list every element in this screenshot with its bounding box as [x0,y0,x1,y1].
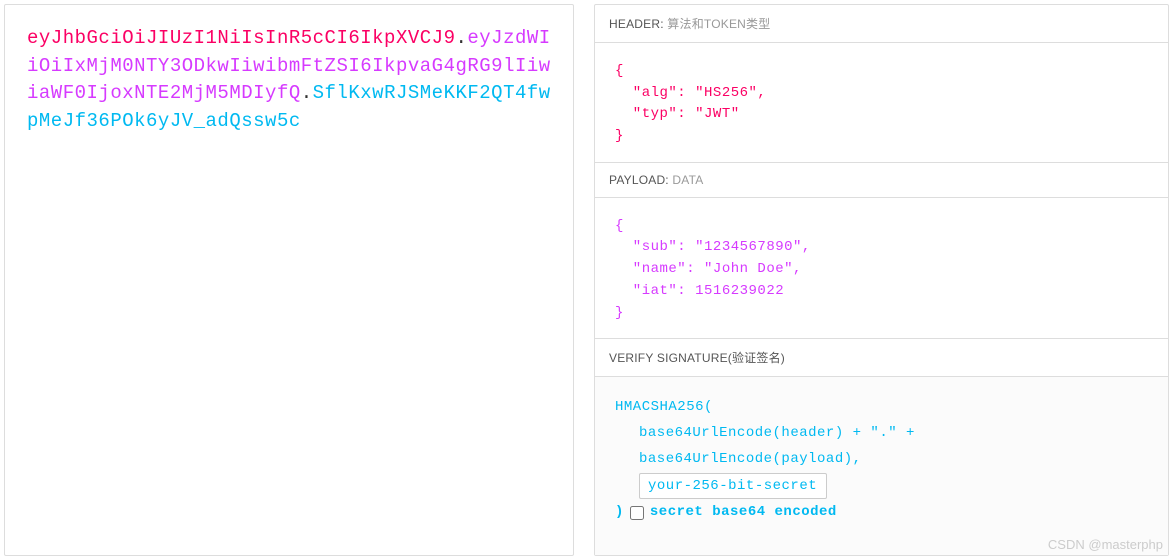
verify-line-4: ) secret base64 encoded [615,500,1148,526]
decoded-panel: HEADER: 算法和TOKEN类型 { "alg": "HS256", "ty… [594,4,1169,556]
payload-section-title: PAYLOAD: DATA [595,163,1168,198]
payload-title-sub: DATA [672,173,703,187]
secret-base64-checkbox[interactable] [630,506,644,520]
encoded-token-panel: eyJhbGciOiJIUzI1NiIsInR5cCI6IkpXVCJ9.eyJ… [4,4,574,556]
verify-section-body: HMACSHA256( base64UrlEncode(header) + ".… [595,377,1168,555]
verify-line-3: base64UrlEncode(payload), [615,447,1148,473]
token-separator: . [301,82,313,104]
payload-json: { "sub": "1234567890", "name": "John Doe… [615,216,1148,324]
verify-title: VERIFY SIGNATURE(验证签名) [609,351,785,365]
verify-line-2: base64UrlEncode(header) + "." + [615,421,1148,447]
header-section-body[interactable]: { "alg": "HS256", "typ": "JWT" } [595,43,1168,163]
payload-section-body[interactable]: { "sub": "1234567890", "name": "John Doe… [595,198,1168,339]
header-json: { "alg": "HS256", "typ": "JWT" } [615,61,1148,148]
verify-section-title: VERIFY SIGNATURE(验证签名) [595,339,1168,377]
secret-input[interactable] [639,473,827,499]
header-title-sub: 算法和TOKEN类型 [667,17,770,31]
token-header-part: eyJhbGciOiJIUzI1NiIsInR5cCI6IkpXVCJ9 [27,27,455,49]
verify-line-1: HMACSHA256( [615,395,1148,421]
encoded-token[interactable]: eyJhbGciOiJIUzI1NiIsInR5cCI6IkpXVCJ9.eyJ… [27,25,551,135]
token-separator: . [455,27,467,49]
header-section-title: HEADER: 算法和TOKEN类型 [595,5,1168,43]
verify-closing-paren: ) [615,500,624,526]
header-title-prefix: HEADER: [609,17,664,31]
secret-input-row [615,473,1148,500]
secret-base64-label: secret base64 encoded [650,500,837,526]
watermark: CSDN @masterphp [1048,537,1163,552]
payload-title-prefix: PAYLOAD: [609,173,669,187]
